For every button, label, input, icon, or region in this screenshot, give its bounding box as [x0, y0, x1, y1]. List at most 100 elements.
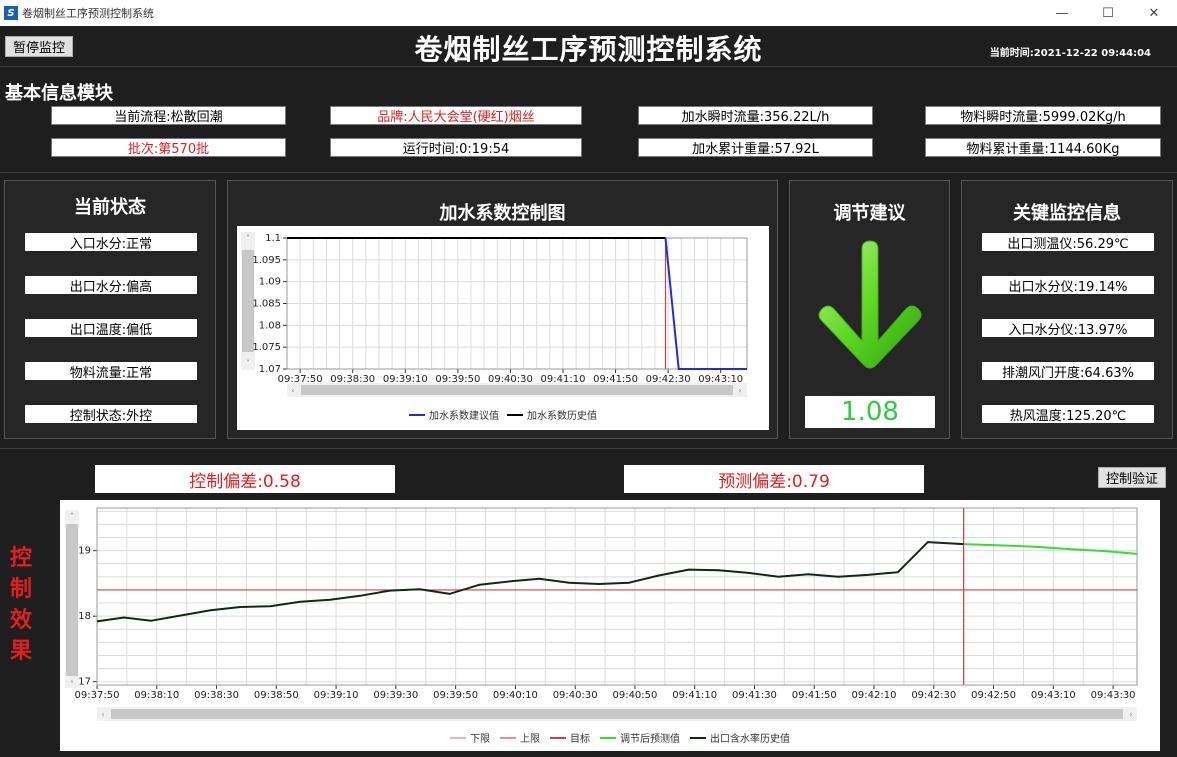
- x-tick-label: 09:41:10: [541, 374, 586, 385]
- y-tick-label: 17: [78, 677, 91, 688]
- legend-swatch: [550, 736, 566, 739]
- y-tick-label: 1.08: [259, 320, 281, 331]
- scroll-right-icon[interactable]: ›: [738, 386, 741, 395]
- legend-upper: 上限: [520, 734, 540, 745]
- water-rate-info: 加水瞬时流量:356.22L/h: [638, 106, 873, 125]
- monitor-title: 关键监控信息: [1013, 203, 1121, 224]
- series-line: [963, 543, 1138, 555]
- batch-info: 批次:第570批: [51, 138, 286, 157]
- legend-history: 加水系数历史值: [527, 411, 597, 422]
- x-tick-label: 09:42:30: [911, 690, 956, 701]
- runtime-info: 运行时间:0:19:54: [330, 138, 582, 157]
- legend-swatch: [507, 413, 523, 416]
- x-tick-label: 09:40:30: [553, 690, 598, 701]
- app-header: 暂停监控 卷烟制丝工序预测控制系统 当前时间:2021-12-22 09:44:…: [0, 26, 1177, 66]
- x-tick-label: 09:39:50: [435, 374, 480, 385]
- x-tick-label: 09:40:50: [612, 690, 657, 701]
- side-label-char: 效: [9, 608, 32, 633]
- x-tick-label: 09:37:50: [75, 690, 120, 701]
- y-tick-label: 1.085: [252, 299, 281, 310]
- divider: [0, 448, 1177, 449]
- monitor-outlet-moisture: 出口水分仪:19.14%: [982, 276, 1154, 295]
- side-label-char: 果: [9, 639, 32, 664]
- scroll-down-icon[interactable]: ˅: [246, 359, 250, 368]
- window-title: 卷烟制丝工序预测控制系统: [22, 7, 154, 20]
- moisture-chart: ˄ ˅ ‹ › 17 18 19 09:37:50 09:38:10 09:38:30 09…: [60, 500, 1160, 751]
- legend-swatch: [450, 736, 466, 739]
- x-tick-label: 09:39:10: [383, 374, 428, 385]
- x-tick-label: 09:39:50: [433, 690, 478, 701]
- x-tick-label: 09:38:10: [134, 690, 179, 701]
- scroll-up-icon[interactable]: ˄: [70, 512, 74, 521]
- y-tick-label: 1.095: [252, 255, 281, 266]
- scroll-left-icon[interactable]: ‹: [101, 710, 104, 719]
- divider: [0, 66, 1177, 67]
- x-tick-label: 09:38:30: [194, 690, 239, 701]
- down-arrow-icon: [818, 240, 922, 369]
- y-tick-label: 1.09: [259, 277, 281, 288]
- monitor-inlet-moisture: 入口水分仪:13.97%: [982, 319, 1154, 338]
- x-tick-label: 09:40:30: [488, 374, 533, 385]
- advice-panel: 调节建议 1.08: [789, 180, 950, 439]
- legend-target: 目标: [570, 734, 590, 745]
- water-total-info: 加水累计重量:57.92L: [638, 138, 873, 157]
- divider: [0, 172, 1177, 173]
- control-deviation: 控制偏差:0.58: [95, 465, 395, 493]
- scroll-left-icon[interactable]: ‹: [291, 386, 294, 395]
- x-tick-label: 09:41:10: [672, 690, 717, 701]
- x-tick-label: 09:38:30: [330, 374, 375, 385]
- y-tick-label: 18: [78, 611, 91, 622]
- y-tick-label: 19: [78, 546, 91, 557]
- coef-legend: 加水系数建议值 加水系数历史值: [409, 407, 597, 422]
- x-tick-label: 09:39:10: [314, 690, 359, 701]
- coef-chart-title: 加水系数控制图: [439, 203, 566, 224]
- legend-swatch: [409, 413, 425, 416]
- moisture-chart-svg: ˄ ˅ ‹ › 17 18 19 09:37:50 09:38:10 09:38:30 09…: [65, 507, 1138, 721]
- x-tick-label: 09:42:50: [971, 690, 1016, 701]
- coef-chart-svg: ˄ ˅ ‹ › 1.071.0751.081.0851.091.0951.109…: [241, 232, 748, 397]
- x-tick-label: 09:39:30: [373, 690, 418, 701]
- series-line: [96, 541, 964, 623]
- close-icon[interactable]: ✕: [1131, 0, 1177, 26]
- x-tick-label: 09:40:10: [493, 690, 538, 701]
- x-tick-label: 09:43:30: [1091, 690, 1136, 701]
- main-vscroll-thumb[interactable]: [66, 524, 78, 676]
- x-tick-label: 09:42:10: [852, 690, 897, 701]
- status-control: 控制状态:外控: [25, 405, 197, 424]
- monitor-hot-air-temp: 热风温度:125.20℃: [982, 405, 1154, 424]
- x-tick-label: 09:43:10: [1031, 690, 1076, 701]
- current-time: 当前时间:2021-12-22 09:44:04: [989, 48, 1151, 59]
- legend-lower: 下限: [470, 734, 490, 745]
- x-tick-label: 09:43:10: [698, 374, 743, 385]
- material-total-info: 物料累计重量:1144.60Kg: [925, 138, 1161, 157]
- x-tick-label: 09:41:50: [792, 690, 837, 701]
- main-hscroll-thumb[interactable]: [111, 709, 1123, 719]
- status-material-flow: 物料流量:正常: [25, 362, 197, 381]
- side-label-char: 控: [9, 546, 32, 571]
- x-tick-label: 09:41:30: [732, 690, 777, 701]
- status-inlet-moisture: 入口水分:正常: [25, 233, 197, 252]
- legend-swatch: [690, 736, 706, 739]
- advice-value: 1.08: [805, 396, 935, 428]
- coef-hscroll-thumb[interactable]: [301, 385, 733, 395]
- status-outlet-temp: 出口温度:偏低: [25, 319, 197, 338]
- status-title: 当前状态: [74, 197, 146, 218]
- side-label-char: 制: [9, 577, 32, 602]
- app-icon: S: [4, 6, 18, 20]
- scroll-up-icon[interactable]: ˄: [246, 234, 250, 243]
- monitor-damper: 排潮风门开度:64.63%: [982, 362, 1154, 381]
- legend-predicted: 调节后预测值: [620, 734, 680, 745]
- monitor-panel: 关键监控信息 出口测温仪:56.29℃ 出口水分仪:19.14% 入口水分仪:1…: [961, 180, 1173, 439]
- control-verify-button[interactable]: 控制验证: [1098, 467, 1166, 488]
- flow-info: 当前流程:松散回潮: [51, 106, 286, 125]
- legend-swatch: [500, 736, 516, 739]
- y-tick-label: 1.075: [252, 342, 281, 353]
- coef-chart: ˄ ˅ ‹ › 1.07 1.075 1.08 1.085 1.09 1.095 1.1 09…: [237, 226, 769, 430]
- x-tick-label: 09:38:50: [254, 690, 299, 701]
- scroll-right-icon[interactable]: ›: [1129, 710, 1132, 719]
- legend-swatch: [600, 736, 616, 739]
- scroll-down-icon[interactable]: ˅: [70, 680, 74, 689]
- minimize-icon[interactable]: —: [1039, 0, 1085, 26]
- maximize-icon[interactable]: ☐: [1085, 0, 1131, 26]
- x-tick-label: 09:42:30: [646, 374, 691, 385]
